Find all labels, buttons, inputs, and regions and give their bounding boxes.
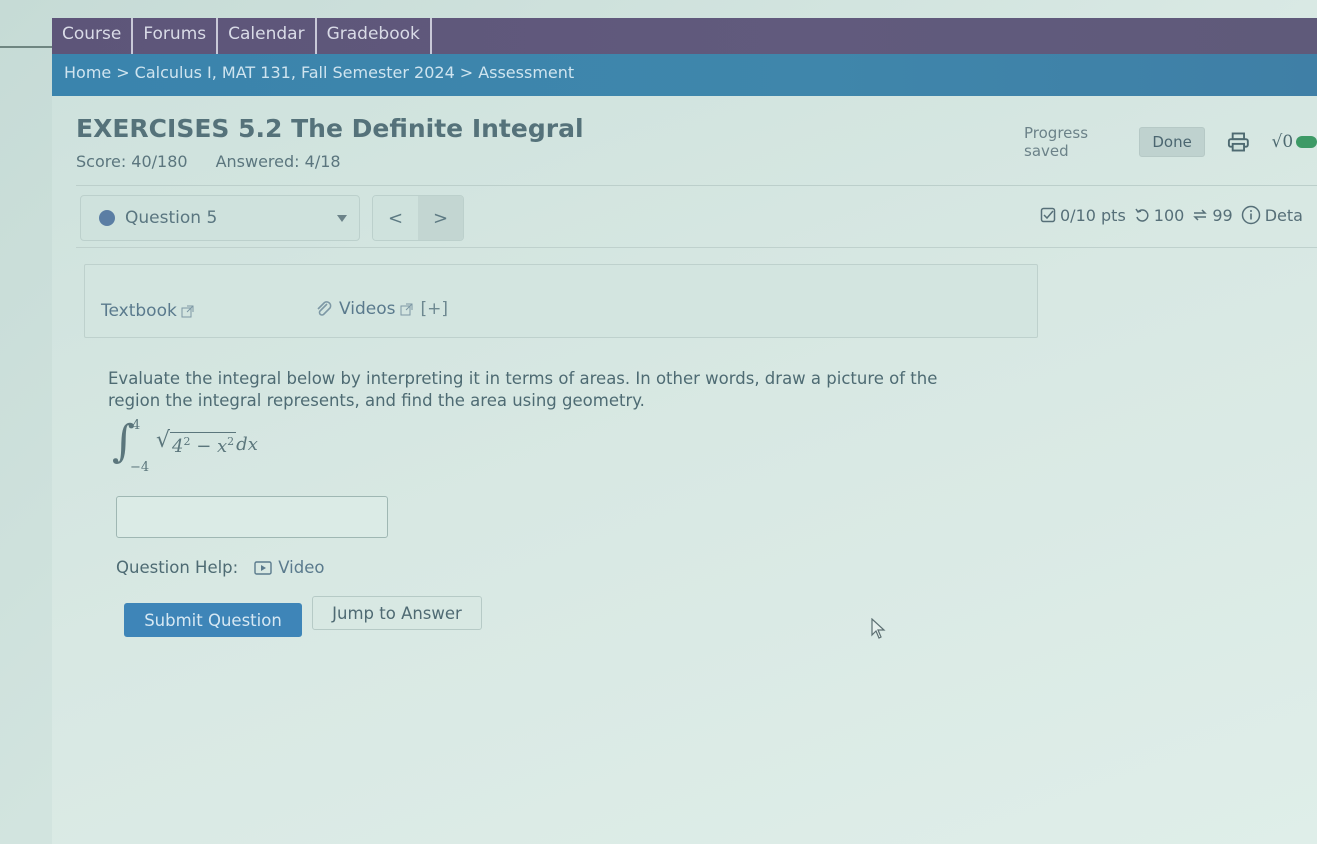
retries-info: 100: [1134, 205, 1185, 225]
prev-question-button[interactable]: <: [373, 196, 418, 240]
undo-icon: [1135, 208, 1149, 222]
variable-exponent: 2: [227, 435, 235, 448]
question-help: Question Help: Video: [116, 558, 324, 577]
minus-sign: −: [190, 436, 218, 457]
question-prompt: Evaluate the integral below by interpret…: [108, 369, 938, 410]
jump-to-answer-button[interactable]: Jump to Answer: [312, 596, 482, 630]
answered-text: Answered: 4/18: [215, 152, 341, 171]
divider: [76, 247, 1317, 248]
chevron-down-icon: [337, 215, 347, 222]
external-link-icon: [400, 303, 412, 315]
tab-gradebook[interactable]: Gradebook: [317, 18, 432, 54]
screen: Course Forums Calendar Gradebook Home > Ca…: [0, 0, 1317, 844]
question-status-dot-icon: [99, 210, 115, 226]
repeat-icon: [1193, 209, 1208, 221]
videos-link[interactable]: Videos [+]: [315, 299, 448, 319]
mouse-cursor-icon: [871, 618, 886, 639]
question-select[interactable]: Question 5: [80, 195, 360, 241]
info-icon: [1241, 205, 1260, 225]
breadcrumb: Home > Calculus I, MAT 131, Fall Semester …: [52, 54, 1317, 96]
answer-input[interactable]: [116, 496, 388, 538]
help-video-link[interactable]: Video: [254, 558, 324, 577]
videos-label: Videos: [339, 299, 396, 319]
retries-text: 100: [1153, 205, 1185, 225]
breadcrumb-home[interactable]: Home: [64, 63, 111, 82]
textbook-label: Textbook: [101, 301, 177, 321]
help-video-label: Video: [278, 558, 325, 577]
resources-box: Textbook Videos [+]: [84, 264, 1038, 338]
progress-status: Progress saved: [1024, 124, 1089, 160]
attempts-info: 99: [1192, 205, 1233, 225]
tab-course[interactable]: Course: [52, 18, 134, 54]
sqrt-sign: √: [156, 428, 171, 453]
score-summary: Score: 40/180 Answered: 4/18: [76, 152, 341, 171]
question-select-label: Question 5: [125, 208, 218, 228]
done-button[interactable]: Done: [1139, 127, 1205, 157]
top-nav: Course Forums Calendar Gradebook: [52, 18, 1317, 54]
question-help-label: Question Help:: [116, 558, 239, 577]
breadcrumb-separator: >: [459, 63, 474, 82]
attempts-text: 99: [1212, 205, 1233, 225]
external-link-icon: [181, 305, 194, 317]
differential: dx: [236, 434, 258, 455]
breadcrumb-course[interactable]: Calculus I, MAT 131, Fall Semester 2024: [135, 63, 455, 82]
score-text: Score: 40/180: [76, 152, 188, 171]
submit-question-button[interactable]: Submit Question: [124, 603, 302, 637]
tab-forums[interactable]: Forums: [133, 18, 219, 54]
header-actions: Progress saved Done √0: [1024, 124, 1317, 160]
next-question-button[interactable]: >: [418, 196, 463, 240]
paperclip-icon: [317, 301, 332, 316]
expand-videos-button[interactable]: [+]: [421, 299, 449, 319]
page-title: EXERCISES 5.2 The Definite Integral: [76, 114, 584, 143]
points-text: 0/10 pts: [1060, 205, 1126, 225]
question-nav: < >: [372, 195, 464, 241]
points-info: 0/10 pts: [1040, 206, 1126, 225]
radicand: 42 − x2: [170, 432, 237, 457]
breadcrumb-separator: >: [116, 63, 130, 82]
tab-calendar[interactable]: Calendar: [218, 18, 317, 54]
integral-upper-limit: 4: [132, 418, 141, 433]
question-meta: 0/10 pts 100 99 Deta: [1040, 205, 1311, 225]
assessment-page: Course Forums Calendar Gradebook Home > Ca…: [52, 18, 1317, 844]
radicand-base: 4: [172, 436, 184, 457]
window-edge-line: [0, 46, 52, 48]
breadcrumb-assessment: Assessment: [478, 63, 575, 82]
toggle-switch-icon[interactable]: [1296, 136, 1317, 148]
video-play-icon: [254, 560, 272, 575]
divider: [76, 185, 1317, 186]
textbook-link[interactable]: Textbook: [101, 301, 194, 321]
details-button[interactable]: Deta: [1241, 205, 1303, 225]
integral-lower-limit: −4: [130, 460, 150, 475]
integrand: √ 42 − x2 dx: [156, 428, 258, 457]
integral-expression: ∫ 4 −4 √ 42 − x2 dx: [112, 418, 352, 478]
variable: x: [217, 436, 228, 457]
printer-icon[interactable]: [1227, 131, 1250, 153]
math-input-toggle[interactable]: √0: [1272, 132, 1294, 152]
checkbox-icon: [1040, 207, 1056, 223]
details-label: Deta: [1264, 205, 1303, 225]
